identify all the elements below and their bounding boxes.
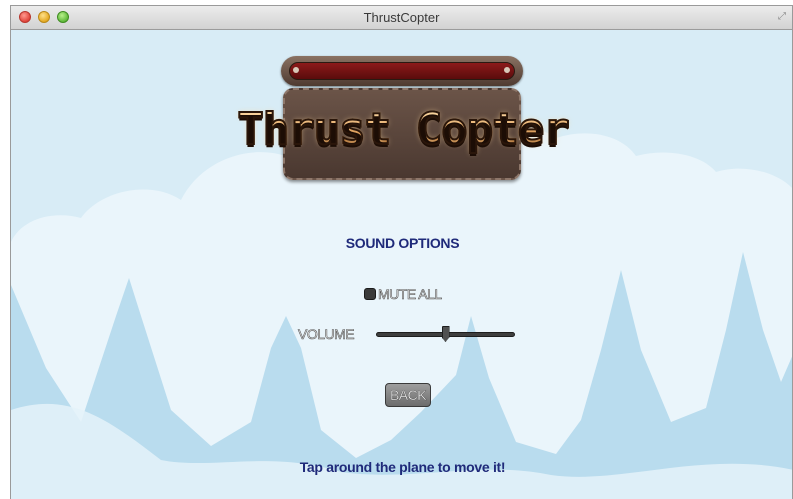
logo-text: Thrust Copter	[223, 103, 583, 156]
mute-all-label[interactable]: MUTE ALL	[378, 286, 443, 303]
title-bar[interactable]: ThrustCopter ⤢	[11, 6, 792, 30]
game-canvas[interactable]: Thrust Copter SOUND OPTIONS MUTE ALL VOL…	[11, 30, 792, 499]
game-logo: Thrust Copter	[236, 56, 581, 191]
logo-bar	[281, 56, 523, 86]
fullscreen-arrows-icon[interactable]: ⤢	[776, 11, 788, 23]
volume-label: VOLUME	[298, 326, 355, 343]
rivet-icon	[293, 67, 299, 73]
sound-options-heading: SOUND OPTIONS	[345, 235, 460, 251]
volume-slider-knob[interactable]	[441, 326, 450, 342]
hint-text: Tap around the plane to move it!	[299, 459, 506, 475]
window-title: ThrustCopter	[363, 10, 440, 25]
back-button[interactable]: BACK	[385, 383, 431, 407]
app-window: ThrustCopter ⤢ Thrust Copter SOUND OPTIO…	[10, 5, 793, 499]
checkbox-icon[interactable]	[364, 288, 376, 300]
volume-slider[interactable]	[376, 326, 515, 342]
rivet-icon	[504, 67, 510, 73]
logo-bar-inner	[289, 62, 515, 80]
